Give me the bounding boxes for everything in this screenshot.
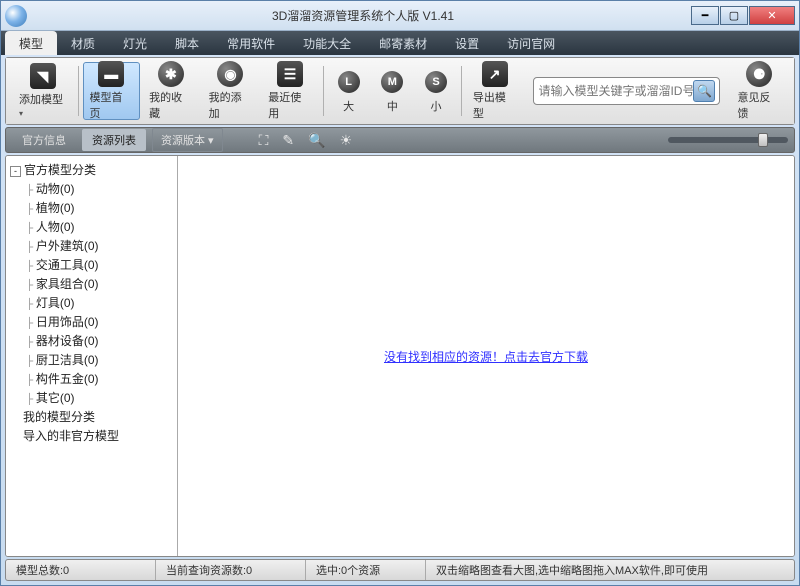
tree-item[interactable]: 交通工具(0) (8, 255, 175, 274)
maximize-button[interactable]: ▢ (720, 6, 748, 25)
tree-root-mine[interactable]: 我的模型分类 (8, 407, 175, 426)
rss-icon: ◥ (29, 63, 57, 89)
feedback-label: 意见反馈 (737, 89, 781, 121)
tree-root-official[interactable]: -官方模型分类 (8, 160, 175, 179)
tab-model[interactable]: 模型 (5, 31, 57, 55)
tree-item[interactable]: 动物(0) (8, 179, 175, 198)
feedback-icon: ⚈ (745, 61, 773, 87)
export-label: 导出模型 (473, 89, 517, 121)
search-button[interactable]: 🔍 (693, 80, 715, 102)
empty-download-link[interactable]: 没有找到相应的资源！点击去官方下载 (384, 348, 588, 365)
tree-item[interactable]: 日用饰品(0) (8, 312, 175, 331)
globe-icon: ◉ (216, 61, 244, 87)
size-medium-button[interactable]: M 中 (371, 62, 413, 120)
tree-item[interactable]: 厨卫洁具(0) (8, 350, 175, 369)
tree-root-import[interactable]: 导入的非官方模型 (8, 426, 175, 445)
folder-icon: ▬ (97, 61, 125, 87)
status-query: 当前查询资源数:0 (156, 560, 306, 580)
subtab-resource-list[interactable]: 资源列表 (82, 129, 146, 151)
size-medium-label: 中 (387, 98, 398, 114)
collapse-icon[interactable]: - (10, 166, 21, 177)
status-selected: 选中:0个资源 (306, 560, 426, 580)
my-additions-button[interactable]: ◉ 我的添加 (202, 62, 260, 120)
search-input[interactable] (538, 84, 693, 98)
tab-settings[interactable]: 设置 (441, 31, 493, 55)
size-large-label: 大 (343, 98, 354, 114)
feedback-button[interactable]: ⚈ 意见反馈 (730, 62, 788, 120)
picker-icon[interactable]: ✎ (278, 132, 298, 149)
large-icon: L (335, 68, 363, 96)
recent-button[interactable]: ☰ 最近使用 (261, 62, 319, 120)
star-icon: ✱ (157, 61, 185, 87)
export-icon: ↗ (481, 61, 509, 87)
tab-material[interactable]: 材质 (57, 31, 109, 55)
export-model-button[interactable]: ↗ 导出模型 (466, 62, 524, 120)
search-box: 🔍 (533, 77, 720, 105)
tab-script[interactable]: 脚本 (161, 31, 213, 55)
zoom-slider[interactable] (668, 137, 788, 143)
fullscreen-icon[interactable]: ⛶ (255, 132, 273, 149)
my-fav-label: 我的收藏 (149, 89, 193, 121)
subtoolbar: 官方信息 资源列表 资源版本 ▾ ⛶ ✎ 🔍 ☀ (5, 127, 795, 153)
titlebar: 3D溜溜资源管理系统个人版 V1.41 ━ ▢ ✕ (1, 1, 799, 31)
size-small-button[interactable]: S 小 (415, 62, 457, 120)
status-hint: 双击缩略图查看大图,选中缩略图拖入MAX软件,即可使用 (426, 560, 794, 580)
content-area: 没有找到相应的资源！点击去官方下载 (178, 156, 794, 556)
app-icon (5, 5, 27, 27)
version-dropdown[interactable]: 资源版本 ▾ (152, 128, 223, 152)
my-favorites-button[interactable]: ✱ 我的收藏 (142, 62, 200, 120)
size-large-button[interactable]: L 大 (328, 62, 370, 120)
tab-software[interactable]: 常用软件 (213, 31, 289, 55)
recent-icon: ☰ (276, 61, 304, 87)
settings-gear-icon[interactable]: ☀ (336, 132, 357, 149)
add-model-button[interactable]: ◥ 添加模型▾ (12, 62, 74, 120)
tree-item[interactable]: 灯具(0) (8, 293, 175, 312)
zoom-icon[interactable]: 🔍 (304, 132, 329, 149)
recent-label: 最近使用 (268, 89, 312, 121)
statusbar: 模型总数:0 当前查询资源数:0 选中:0个资源 双击缩略图查看大图,选中缩略图… (5, 559, 795, 581)
slider-thumb[interactable] (758, 133, 768, 147)
medium-icon: M (378, 68, 406, 96)
my-add-label: 我的添加 (209, 89, 253, 121)
tab-functions[interactable]: 功能大全 (289, 31, 365, 55)
tree-item[interactable]: 其它(0) (8, 388, 175, 407)
tree-item[interactable]: 人物(0) (8, 217, 175, 236)
subtab-official[interactable]: 官方信息 (12, 129, 76, 151)
window-title: 3D溜溜资源管理系统个人版 V1.41 (35, 7, 691, 24)
status-total: 模型总数:0 (6, 560, 156, 580)
tree-item[interactable]: 户外建筑(0) (8, 236, 175, 255)
model-home-label: 模型首页 (90, 89, 134, 121)
minimize-button[interactable]: ━ (691, 6, 719, 25)
small-icon: S (422, 68, 450, 96)
tree-item[interactable]: 家具组合(0) (8, 274, 175, 293)
tree-item[interactable]: 器材设备(0) (8, 331, 175, 350)
toolbar: ◥ 添加模型▾ ▬ 模型首页 ✱ 我的收藏 ◉ 我的添加 ☰ 最近使用 L 大 … (6, 58, 794, 124)
tab-light[interactable]: 灯光 (109, 31, 161, 55)
size-small-label: 小 (431, 98, 442, 114)
tab-mail[interactable]: 邮寄素材 (365, 31, 441, 55)
close-button[interactable]: ✕ (749, 6, 795, 25)
tree-item[interactable]: 构件五金(0) (8, 369, 175, 388)
menubar: 模型 材质 灯光 脚本 常用软件 功能大全 邮寄素材 设置 访问官网 (1, 31, 799, 55)
add-model-label: 添加模型 (19, 94, 63, 106)
tab-website[interactable]: 访问官网 (493, 31, 569, 55)
tree-item[interactable]: 植物(0) (8, 198, 175, 217)
category-tree: -官方模型分类 动物(0) 植物(0) 人物(0) 户外建筑(0) 交通工具(0… (6, 156, 178, 556)
model-home-button[interactable]: ▬ 模型首页 (83, 62, 141, 120)
